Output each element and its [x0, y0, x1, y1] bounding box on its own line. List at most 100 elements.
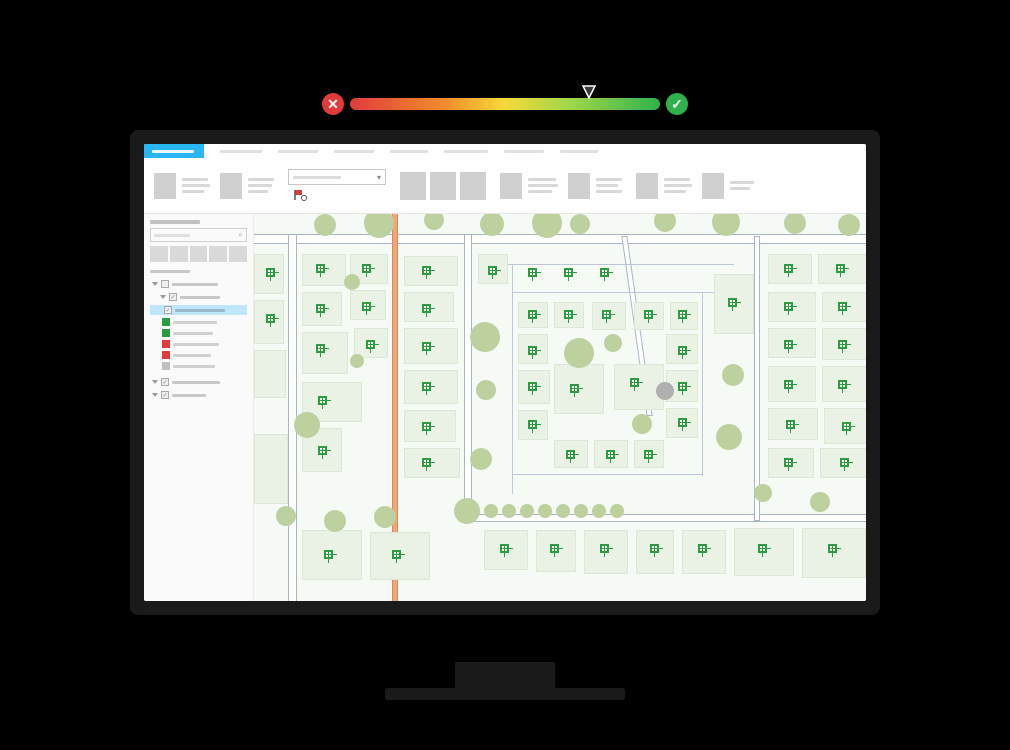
selected-point[interactable] — [656, 382, 674, 400]
map-marker[interactable] — [836, 264, 845, 273]
ribbon-button[interactable] — [460, 172, 486, 200]
map-marker[interactable] — [644, 310, 653, 319]
map-marker[interactable] — [324, 550, 333, 559]
layer-checkbox[interactable] — [161, 280, 169, 288]
map-marker[interactable] — [318, 396, 327, 405]
panel-search[interactable]: ⌕ — [150, 228, 247, 242]
map-marker[interactable] — [392, 550, 401, 559]
tab-item[interactable] — [278, 150, 318, 153]
map-marker[interactable] — [644, 450, 653, 459]
layer-checkbox[interactable] — [169, 293, 177, 301]
layer-row[interactable] — [150, 390, 247, 400]
tab-item[interactable] — [444, 150, 488, 153]
map-marker[interactable] — [422, 342, 431, 351]
map-marker[interactable] — [316, 304, 325, 313]
tab-active[interactable] — [144, 144, 204, 158]
tab-item[interactable] — [560, 150, 598, 153]
map-marker[interactable] — [566, 450, 575, 459]
map-marker[interactable] — [698, 544, 707, 553]
layer-checkbox[interactable] — [161, 391, 169, 399]
ribbon-dropdown[interactable]: ▾ — [288, 169, 386, 185]
ribbon-button[interactable] — [500, 173, 522, 199]
tab-item[interactable] — [390, 150, 428, 153]
map-marker[interactable] — [316, 344, 325, 353]
map-marker[interactable] — [528, 382, 537, 391]
chevron-down-icon: ▾ — [377, 173, 381, 182]
thumbnail[interactable] — [229, 246, 247, 262]
ribbon-button[interactable] — [430, 172, 456, 200]
map-marker[interactable] — [842, 422, 851, 431]
layer-checkbox[interactable] — [164, 306, 172, 314]
map-marker[interactable] — [422, 422, 431, 431]
tree-icon — [754, 484, 772, 502]
map-marker[interactable] — [728, 298, 737, 307]
tab-item[interactable] — [334, 150, 374, 153]
map-marker[interactable] — [318, 446, 327, 455]
map-marker[interactable] — [678, 382, 687, 391]
map-marker[interactable] — [266, 314, 275, 323]
layer-checkbox[interactable] — [161, 378, 169, 386]
layer-row[interactable] — [150, 279, 247, 289]
map-marker[interactable] — [316, 264, 325, 273]
map-marker[interactable] — [266, 268, 275, 277]
map-marker[interactable] — [422, 382, 431, 391]
map-marker[interactable] — [528, 346, 537, 355]
map-marker[interactable] — [600, 268, 609, 277]
map-marker[interactable] — [838, 380, 847, 389]
map-marker[interactable] — [758, 544, 767, 553]
map-marker[interactable] — [602, 310, 611, 319]
layer-label — [172, 381, 220, 384]
map-marker[interactable] — [422, 266, 431, 275]
ribbon-button[interactable] — [568, 173, 590, 199]
map-marker[interactable] — [362, 264, 371, 273]
map-marker[interactable] — [678, 310, 687, 319]
ribbon-button[interactable] — [220, 173, 242, 199]
thumbnail[interactable] — [209, 246, 227, 262]
map-marker[interactable] — [422, 458, 431, 467]
thumbnail[interactable] — [170, 246, 188, 262]
tab-item[interactable] — [220, 150, 262, 153]
map-marker[interactable] — [840, 458, 849, 467]
map-marker[interactable] — [828, 544, 837, 553]
map-marker[interactable] — [784, 302, 793, 311]
map-marker[interactable] — [606, 450, 615, 459]
map-marker[interactable] — [366, 340, 375, 349]
map-marker[interactable] — [784, 340, 793, 349]
map-marker[interactable] — [528, 268, 537, 277]
map-marker[interactable] — [630, 378, 639, 387]
layer-row[interactable] — [150, 377, 247, 387]
ribbon-button[interactable] — [400, 172, 426, 200]
map-marker[interactable] — [678, 346, 687, 355]
map-marker[interactable] — [650, 544, 659, 553]
ribbon-button[interactable] — [636, 173, 658, 199]
map-marker[interactable] — [550, 544, 559, 553]
thumbnail[interactable] — [150, 246, 168, 262]
map-marker[interactable] — [362, 302, 371, 311]
ribbon-button[interactable] — [154, 173, 176, 199]
tab-item[interactable] — [504, 150, 544, 153]
map-marker[interactable] — [838, 302, 847, 311]
map-view[interactable] — [254, 214, 866, 601]
flag-tool-icon[interactable] — [294, 188, 308, 202]
map-marker[interactable] — [564, 268, 573, 277]
map-marker[interactable] — [784, 458, 793, 467]
parcel — [302, 332, 348, 374]
map-marker[interactable] — [564, 310, 573, 319]
map-marker[interactable] — [528, 420, 537, 429]
map-marker[interactable] — [784, 264, 793, 273]
thumbnail[interactable] — [190, 246, 208, 262]
map-marker[interactable] — [570, 384, 579, 393]
map-marker[interactable] — [422, 304, 431, 313]
layer-row[interactable] — [150, 292, 247, 302]
map-marker[interactable] — [488, 266, 497, 275]
map-marker[interactable] — [786, 420, 795, 429]
map-marker[interactable] — [600, 544, 609, 553]
map-marker[interactable] — [528, 310, 537, 319]
map-marker[interactable] — [838, 340, 847, 349]
map-marker[interactable] — [678, 418, 687, 427]
ribbon-button[interactable] — [702, 173, 724, 199]
legend-swatch — [162, 351, 170, 359]
layer-row-selected[interactable] — [150, 305, 247, 315]
map-marker[interactable] — [500, 544, 509, 553]
map-marker[interactable] — [784, 380, 793, 389]
